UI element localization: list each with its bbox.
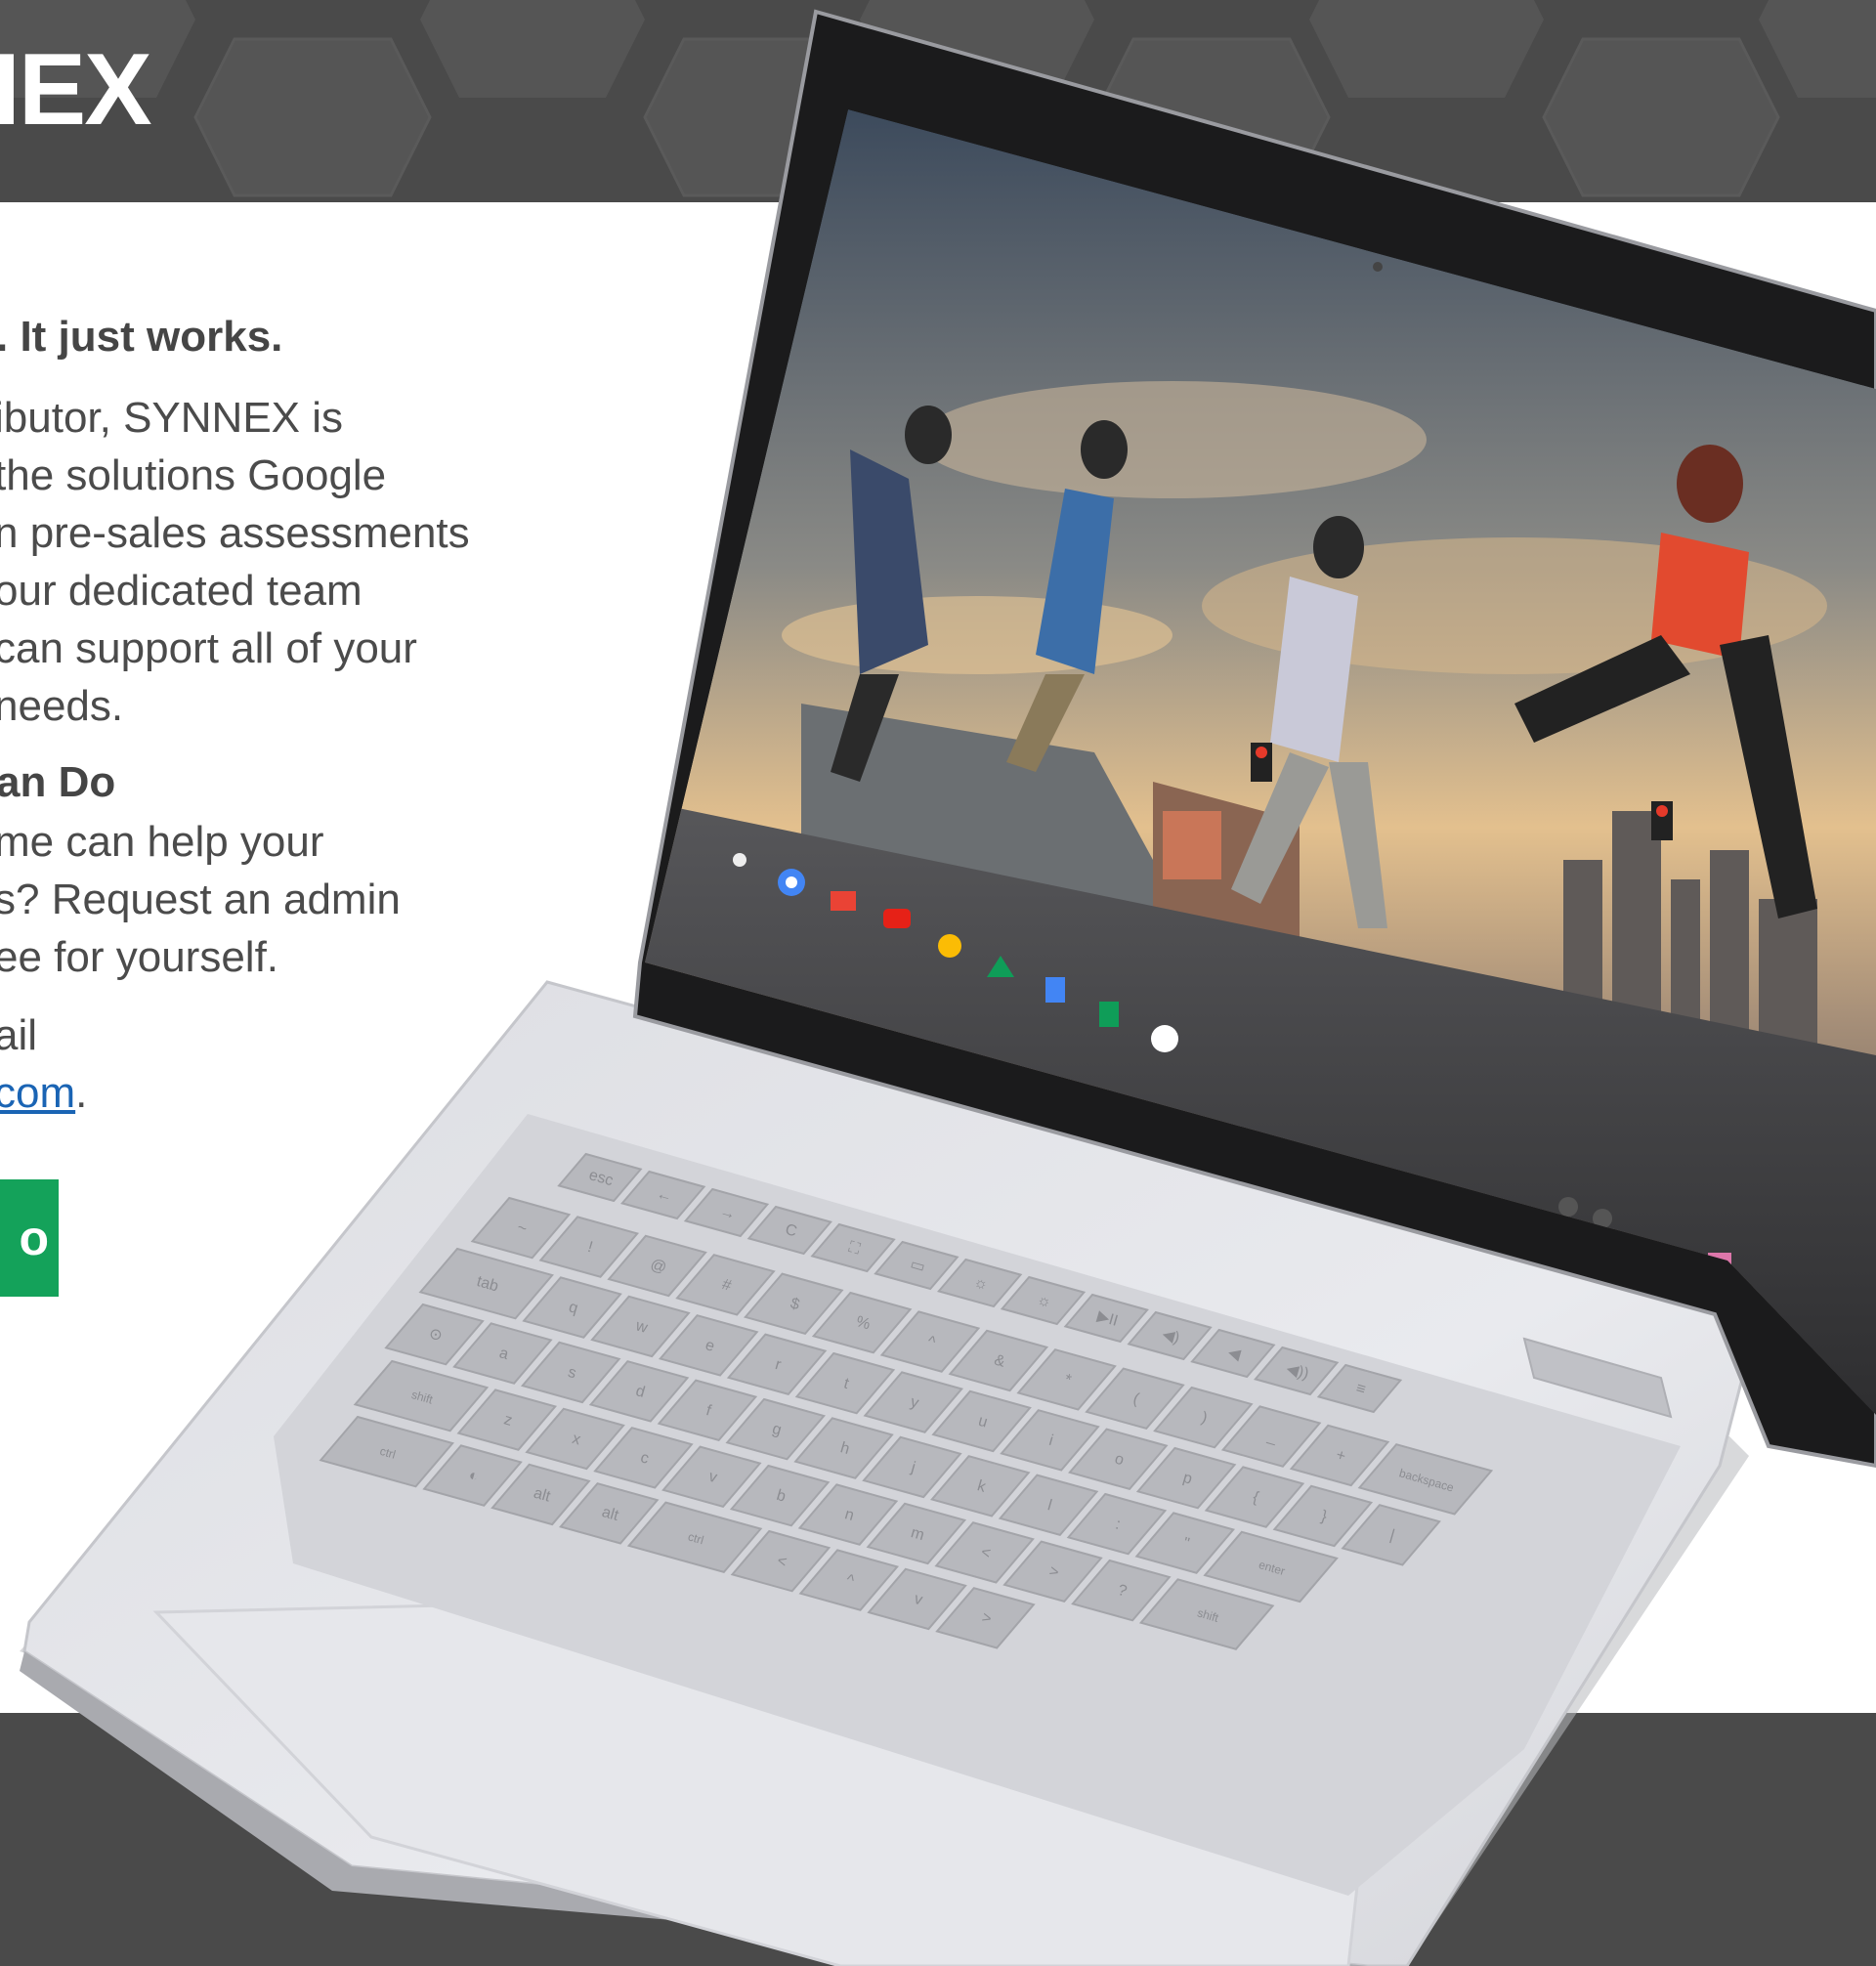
paragraph-line: our dedicated team bbox=[0, 567, 362, 615]
paragraph-line: s? Request an admin bbox=[0, 876, 401, 923]
gmail-icon[interactable] bbox=[831, 891, 856, 911]
intro-paragraph: ibutor, SYNNEX is the solutions Google n… bbox=[0, 389, 470, 735]
page: IEX . It just works. ibutor, SYNNEX is t… bbox=[0, 0, 1876, 1966]
launcher-icon[interactable] bbox=[733, 853, 746, 867]
email-suffix: . bbox=[75, 1069, 88, 1117]
sheets-icon[interactable] bbox=[1099, 1002, 1119, 1027]
demo-paragraph: me can help your s? Request an admin ee … bbox=[0, 813, 401, 986]
docs-icon[interactable] bbox=[1045, 977, 1065, 1003]
email-contact: ail com. bbox=[0, 1006, 87, 1122]
paragraph-line: n pre-sales assessments bbox=[0, 509, 470, 557]
paragraph-line: me can help your bbox=[0, 818, 324, 866]
section-subheading: an Do bbox=[0, 758, 116, 806]
youtube-icon[interactable] bbox=[883, 909, 911, 928]
cta-button[interactable]: o bbox=[0, 1179, 59, 1297]
paragraph-line: the solutions Google bbox=[0, 451, 387, 499]
photos-icon[interactable] bbox=[938, 934, 961, 958]
paragraph-line: ee for yourself. bbox=[0, 933, 279, 981]
email-prefix: ail bbox=[0, 1011, 38, 1059]
play-store-icon[interactable] bbox=[1151, 1025, 1178, 1052]
tagline: . It just works. bbox=[0, 313, 283, 361]
paragraph-line: can support all of your bbox=[0, 624, 417, 672]
email-link[interactable]: com bbox=[0, 1069, 75, 1117]
paragraph-line: needs. bbox=[0, 682, 124, 730]
camera-icon bbox=[1373, 262, 1383, 272]
paragraph-line: ibutor, SYNNEX is bbox=[0, 394, 344, 442]
